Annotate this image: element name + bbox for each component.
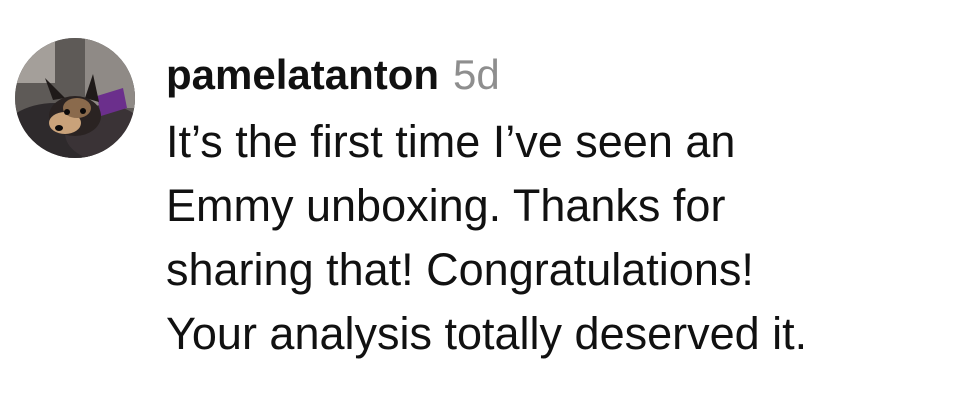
username-link[interactable]: pamelatanton bbox=[166, 46, 439, 104]
user-avatar-icon[interactable] bbox=[15, 38, 135, 158]
comment-text-line: It’s the first time I’ve seen an bbox=[166, 116, 736, 167]
comment-body: pamelatanton 5d It’s the first time I’ve… bbox=[166, 46, 966, 366]
comment-text-line: Your analysis totally deserved it. bbox=[166, 308, 808, 359]
comment-text-line: Emmy unboxing. Thanks for bbox=[166, 180, 726, 231]
comment-item: pamelatanton 5d It’s the first time I’ve… bbox=[0, 0, 980, 403]
comment-header: pamelatanton 5d bbox=[166, 46, 966, 104]
timestamp-link[interactable]: 5d bbox=[453, 46, 500, 104]
comment-text: It’s the first time I’ve seen an Emmy un… bbox=[166, 110, 966, 366]
comment-text-line: sharing that! Congratulations! bbox=[166, 244, 754, 295]
dog-photo-icon bbox=[15, 38, 135, 158]
